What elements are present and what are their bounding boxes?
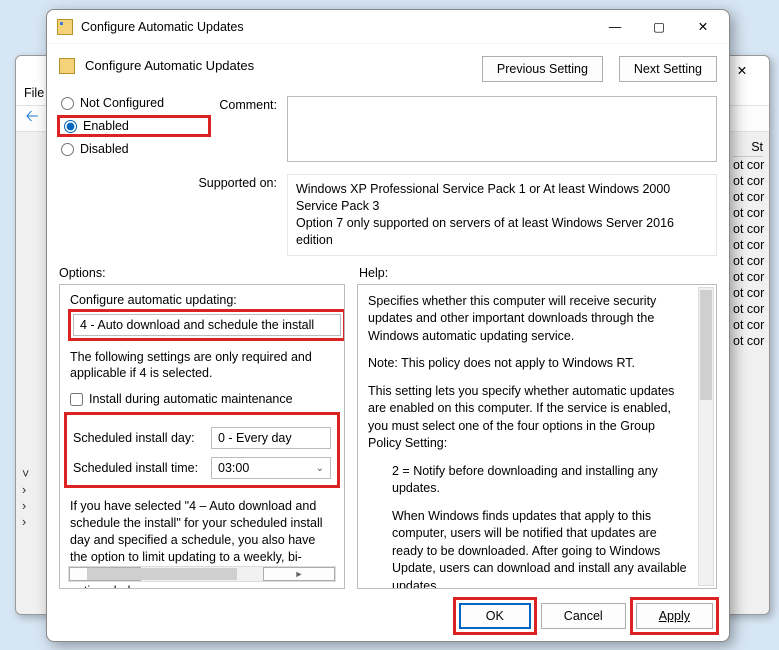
dropdown-value: 0 - Every day (218, 431, 324, 445)
help-paragraph: Specifies whether this computer will rec… (368, 293, 688, 346)
list-item: ot cor (733, 189, 763, 205)
close-button[interactable]: ✕ (681, 13, 725, 41)
dialog-window: Configure Automatic Updates — ▢ ✕ Config… (46, 9, 730, 642)
close-icon: ✕ (698, 19, 708, 34)
help-vertical-scrollbar[interactable] (698, 287, 714, 587)
background-close-button[interactable]: ✕ (725, 60, 759, 80)
help-label: Help: (359, 266, 388, 280)
help-paragraph: This setting lets you specify whether au… (368, 383, 688, 453)
background-right-column: St ot cor ot cor ot cor ot cor ot cor ot… (733, 138, 763, 349)
dropdown-value: 4 - Auto download and schedule the insta… (80, 318, 334, 332)
comment-textbox[interactable] (287, 96, 717, 162)
maximize-icon: ▢ (653, 19, 665, 34)
policy-icon (59, 58, 75, 74)
list-item: ot cor (733, 285, 763, 301)
configure-updating-label: Configure automatic updating: (70, 293, 334, 307)
dialog-footer: OK Cancel Apply (47, 589, 729, 641)
scheduled-install-time-dropdown[interactable]: 03:00 ⌄ (211, 457, 331, 479)
options-following-text: The following settings are only required… (70, 349, 334, 383)
checkbox-label: Install during automatic maintenance (89, 392, 293, 406)
tree-chevron-icon[interactable]: › (22, 483, 26, 497)
options-label: Options: (59, 266, 359, 280)
list-item: ot cor (733, 237, 763, 253)
minimize-button[interactable]: — (593, 13, 637, 41)
list-item: ot cor (733, 317, 763, 333)
tree-chevron-icon[interactable]: › (22, 499, 26, 513)
nav-back-icon[interactable]: 🡠 (22, 109, 42, 129)
scheduled-install-day-dropdown[interactable]: 0 - Every day (211, 427, 331, 449)
scrollbar-thumb[interactable] (87, 568, 237, 580)
close-icon: ✕ (737, 63, 747, 78)
radio-label: Disabled (80, 142, 129, 156)
supported-on-text: Windows XP Professional Service Pack 1 o… (287, 174, 717, 256)
dropdown-value: 03:00 (218, 461, 310, 475)
list-item: ot cor (733, 269, 763, 285)
options-horizontal-scrollbar[interactable]: ◄ ► (68, 566, 336, 582)
minimize-icon: — (609, 20, 622, 34)
list-item: ot cor (733, 253, 763, 269)
maximize-button[interactable]: ▢ (637, 13, 681, 41)
options-panel: Configure automatic updating: 4 - Auto d… (59, 284, 345, 590)
radio-label: Not Configured (80, 96, 164, 110)
radio-input[interactable] (61, 143, 74, 156)
supported-line: Option 7 only supported on servers of at… (296, 215, 708, 249)
list-item: ot cor (733, 205, 763, 221)
cancel-button[interactable]: Cancel (541, 603, 626, 629)
radio-disabled[interactable]: Disabled (61, 142, 207, 156)
list-item: ot cor (733, 173, 763, 189)
background-column-header: St (733, 138, 763, 157)
radio-label: Enabled (83, 119, 129, 133)
radio-enabled[interactable]: Enabled (57, 115, 211, 137)
scheduled-install-day-label: Scheduled install day: (73, 431, 203, 445)
scroll-right-icon[interactable]: ► (263, 567, 335, 581)
checkbox-input[interactable] (70, 393, 83, 406)
tree-chevron-icon[interactable]: › (22, 515, 26, 529)
supported-on-label: Supported on: (59, 174, 277, 256)
help-panel: Specifies whether this computer will rec… (357, 284, 717, 590)
tree-expander-icon[interactable]: ˅ (22, 467, 29, 481)
policy-icon (57, 19, 73, 35)
radio-input[interactable] (61, 97, 74, 110)
ok-button[interactable]: OK (459, 603, 531, 629)
help-paragraph: Note: This policy does not apply to Wind… (368, 355, 688, 373)
policy-name: Configure Automatic Updates (85, 56, 466, 73)
background-tree: ˅ › › › (22, 466, 29, 530)
comment-label: Comment: (217, 96, 277, 162)
apply-button[interactable]: Apply (636, 603, 713, 629)
help-paragraph: When Windows finds updates that apply to… (368, 508, 688, 590)
help-paragraph: 2 = Notify before downloading and instal… (368, 463, 688, 498)
dialog-title: Configure Automatic Updates (81, 20, 593, 34)
previous-setting-button[interactable]: Previous Setting (482, 56, 603, 82)
install-during-maintenance-checkbox[interactable]: Install during automatic maintenance (70, 392, 334, 406)
next-setting-button[interactable]: Next Setting (619, 56, 717, 82)
list-item: ot cor (733, 221, 763, 237)
chevron-down-icon: ⌄ (310, 463, 324, 474)
list-item: ot cor (733, 157, 763, 173)
radio-input[interactable] (64, 120, 77, 133)
list-item: ot cor (733, 301, 763, 317)
list-item: ot cor (733, 333, 763, 349)
supported-line: Windows XP Professional Service Pack 1 o… (296, 181, 708, 215)
configure-updating-dropdown[interactable]: 4 - Auto download and schedule the insta… (73, 314, 341, 336)
radio-not-configured[interactable]: Not Configured (61, 96, 207, 110)
dialog-titlebar[interactable]: Configure Automatic Updates — ▢ ✕ (47, 10, 729, 43)
menu-file[interactable]: File (24, 86, 44, 100)
scrollbar-thumb[interactable] (700, 290, 712, 400)
scheduled-install-time-label: Scheduled install time: (73, 461, 203, 475)
